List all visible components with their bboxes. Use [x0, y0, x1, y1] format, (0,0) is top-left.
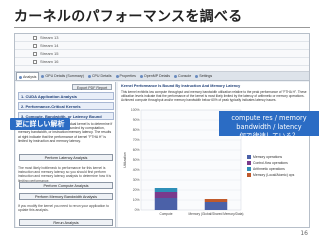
stream-label: Stream 15 — [40, 51, 59, 56]
legend-swatch — [247, 173, 251, 177]
expand-icon[interactable] — [33, 52, 37, 56]
bar-segment — [204, 199, 228, 202]
stream-label: Stream 13 — [40, 35, 59, 40]
tab-label: Properties — [119, 74, 136, 78]
kernel-result-pane: Kernel Performance Is Bound By Instructi… — [118, 82, 309, 227]
gpu-icon — [41, 74, 45, 78]
y-tick-label: 30% — [133, 178, 140, 182]
page-number: 16 — [300, 230, 308, 237]
step-performance-critical-kernels[interactable]: 2. Performance-Critical Kernels — [18, 102, 114, 110]
tab-openmp-details[interactable]: OpenMP Details — [138, 72, 172, 80]
y-axis-label: Utilization — [123, 152, 127, 168]
legend-swatch — [247, 155, 251, 159]
result-heading: Kernel Performance Is Bound By Instructi… — [121, 84, 241, 88]
stream-label: Stream 14 — [40, 43, 59, 48]
export-pdf-button[interactable]: Export PDF Report — [72, 84, 112, 90]
timeline-stream-rows: Stream 13 Stream 14 Stream 15 Stream 16 — [15, 34, 309, 72]
analysis-guide-pane: Export PDF Report 1. CUDA Application An… — [16, 82, 116, 227]
x-category-label: Memory (Global/Shared Memory/Data) — [189, 212, 244, 216]
properties-icon — [115, 74, 119, 78]
bar-segment — [154, 198, 178, 210]
y-tick-label: 60% — [133, 148, 140, 152]
tab-gpu-details[interactable]: GPU Details (Summary) — [39, 72, 86, 80]
stream-row[interactable]: Stream 13 — [15, 34, 309, 42]
cpu-icon — [87, 74, 91, 78]
settings-icon — [195, 74, 199, 78]
tab-cpu-details[interactable]: CPU Details — [86, 72, 114, 80]
tab-label: GPU Details (Summary) — [45, 74, 84, 78]
view-tabbar: Analysis GPU Details (Summary) CPU Detai… — [15, 72, 309, 81]
title-divider — [14, 27, 310, 28]
y-tick-label: 70% — [133, 138, 140, 142]
bar-segment — [154, 188, 178, 192]
bar-segment — [154, 192, 178, 198]
stream-row[interactable]: Stream 16 — [15, 58, 309, 66]
y-tick-label: 10% — [133, 198, 140, 202]
tab-properties[interactable]: Properties — [114, 72, 138, 80]
legend-label: Control-flow operations — [253, 161, 288, 165]
y-tick-label: 90% — [133, 118, 140, 122]
tab-settings[interactable]: Settings — [193, 72, 214, 80]
openmp-icon — [139, 74, 143, 78]
tab-label: Console — [178, 74, 192, 78]
stream-row[interactable]: Stream 15 — [15, 50, 309, 58]
rerun-hint: If you modify the kernel you need to rer… — [18, 204, 110, 213]
x-category-label: Compute — [160, 212, 173, 216]
expand-icon[interactable] — [33, 36, 37, 40]
slide-title: カーネルのパフォーマンスを調べる — [14, 9, 243, 25]
y-tick-label: 100% — [131, 108, 140, 112]
deeper-analysis-callout: 更に詳しい解析 — [10, 118, 70, 130]
stream-row[interactable]: Stream 14 — [15, 42, 309, 50]
legend-label: Memory (Local/Atomic) ops — [253, 173, 295, 177]
bottleneck-description: The most likely bottleneck to performanc… — [18, 166, 112, 183]
result-description: This kernel exhibits low compute through… — [121, 90, 307, 102]
legend-swatch — [247, 167, 251, 171]
tab-console[interactable]: Console — [172, 72, 193, 80]
analysis-icon — [19, 75, 22, 79]
tab-label: CPU Details — [91, 74, 112, 78]
legend-label: Memory operations — [253, 155, 282, 159]
expand-icon[interactable] — [33, 44, 37, 48]
y-tick-label: 80% — [133, 128, 140, 132]
legend-label: Arithmetic operations — [253, 167, 285, 171]
y-tick-label: 50% — [133, 158, 140, 162]
tab-label: Analysis — [23, 75, 37, 79]
y-tick-label: 40% — [133, 168, 140, 172]
callout-line-2: 何で律速している？ — [239, 132, 299, 140]
bar-segment — [204, 202, 228, 210]
step-cuda-application-analysis[interactable]: 1. CUDA Application Analysis — [18, 92, 114, 100]
perform-bandwidth-analysis-button[interactable]: Perform Memory Bandwidth Analysis — [19, 193, 113, 200]
legend-swatch — [247, 161, 251, 165]
bound-type-callout: compute res / memory bandwidth / latency… — [219, 111, 319, 140]
tab-analysis[interactable]: Analysis — [16, 72, 40, 80]
console-icon — [174, 74, 178, 78]
tab-label: OpenMP Details — [143, 74, 171, 78]
expand-icon[interactable] — [33, 60, 37, 64]
rerun-analysis-button[interactable]: Rerun Analysis — [19, 219, 113, 226]
y-tick-label: 0% — [135, 208, 140, 212]
perform-latency-analysis-button[interactable]: Perform Latency Analysis — [19, 154, 113, 161]
tab-label: Settings — [199, 74, 213, 78]
callout-line-1: compute res / memory bandwidth / latency — [231, 114, 307, 131]
stream-label: Stream 16 — [40, 59, 59, 64]
y-tick-label: 20% — [133, 188, 140, 192]
perform-compute-analysis-button[interactable]: Perform Compute Analysis — [19, 182, 113, 189]
